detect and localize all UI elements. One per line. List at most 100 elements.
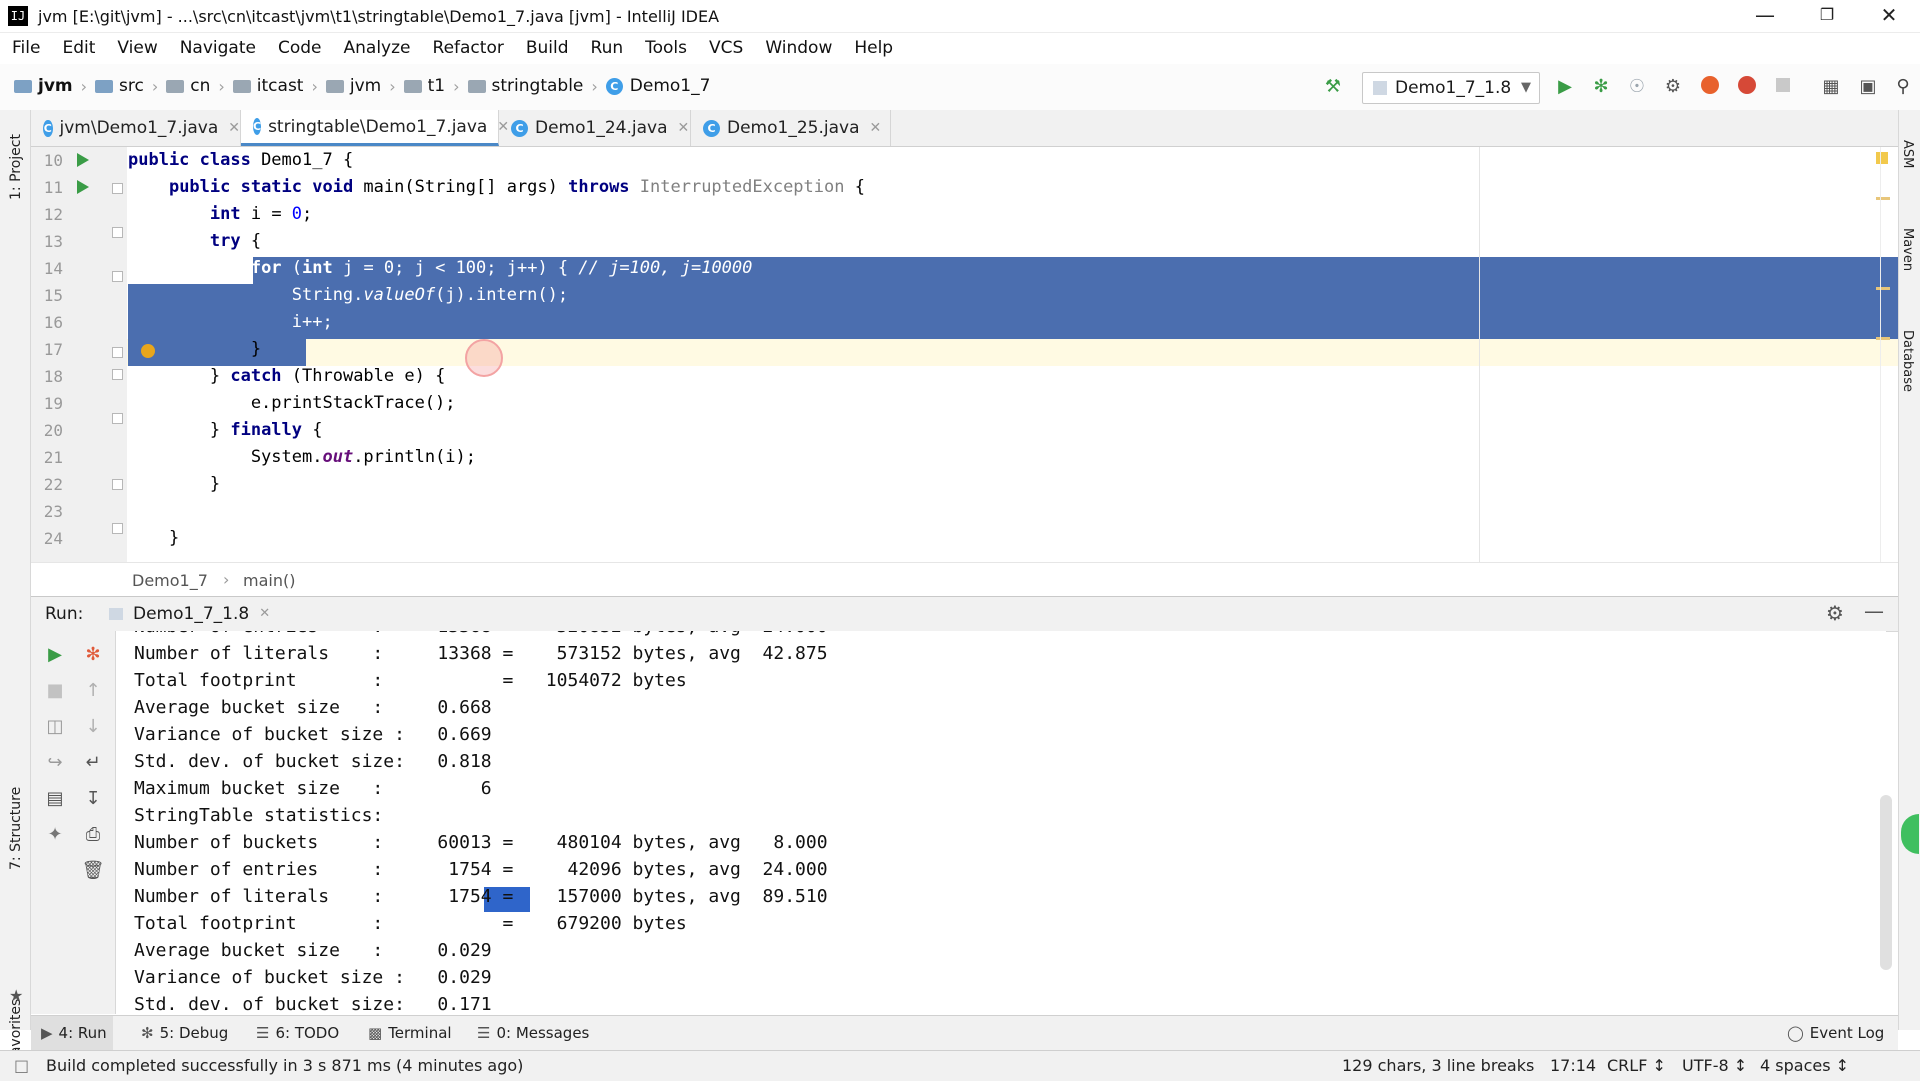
line-number[interactable]: 11	[31, 174, 63, 201]
print-icon[interactable]: ⎙	[81, 823, 105, 847]
coverage-icon[interactable]: ☉	[1626, 76, 1648, 98]
line-number[interactable]: 12	[31, 201, 63, 228]
minimize-button[interactable]: —	[1734, 0, 1796, 32]
event-log-button[interactable]: ◯ Event Log	[1787, 1016, 1884, 1050]
restore-button[interactable]: ❐	[1796, 0, 1858, 32]
debug-icon[interactable]: ✻	[1590, 76, 1612, 98]
plugin-indicator[interactable]	[1901, 814, 1919, 854]
maven-tool-button[interactable]: Maven	[1900, 228, 1915, 271]
structure-tool-button[interactable]: 7: Structure	[8, 787, 24, 870]
menu-build[interactable]: Build	[526, 38, 569, 58]
run-tool-button[interactable]: ▶ 4: Run	[31, 1016, 113, 1050]
line-number[interactable]: 14	[31, 255, 63, 282]
lightbulb-icon[interactable]	[141, 344, 155, 358]
gear-icon[interactable]: ⚙	[1826, 601, 1844, 625]
line-number[interactable]: 17	[31, 336, 63, 363]
menu-edit[interactable]: Edit	[62, 38, 95, 58]
run-main-icon[interactable]	[77, 180, 89, 194]
editor-breadcrumb-class[interactable]: Demo1_7	[132, 571, 208, 590]
messages-tool-button[interactable]: ☰ 0: Messages	[477, 1016, 589, 1050]
tab-jvm-demo1-7[interactable]: Cjvm\Demo1_7.java ✕	[31, 110, 241, 146]
fold-marker-icon[interactable]	[112, 369, 123, 380]
code-line[interactable]: 11 public static void main(String[] args…	[31, 174, 1898, 201]
run-icon[interactable]: ▶	[1554, 76, 1576, 98]
code-line[interactable]: 21 System.out.println(i);	[31, 444, 1898, 471]
pin-icon[interactable]: ✦	[43, 823, 67, 847]
fold-marker-icon[interactable]	[112, 347, 123, 358]
close-window-button[interactable]: ✕	[1858, 0, 1920, 32]
breadcrumb-demo1-7[interactable]: C Demo1_7	[605, 76, 710, 96]
line-number[interactable]: 18	[31, 363, 63, 390]
record-icon[interactable]	[1699, 76, 1721, 98]
breadcrumb-jvm-package[interactable]: jvm	[325, 76, 381, 96]
debug-tool-button[interactable]: ✻ 5: Debug	[141, 1016, 228, 1050]
profile-icon[interactable]: ⚙	[1662, 76, 1684, 98]
menu-navigate[interactable]: Navigate	[180, 38, 256, 58]
database-tool-button[interactable]: Database	[1900, 330, 1915, 392]
breadcrumb-itcast[interactable]: itcast	[232, 76, 303, 96]
minimize-panel-icon[interactable]: —	[1864, 599, 1884, 623]
run-class-icon[interactable]	[77, 153, 89, 167]
menu-tools[interactable]: Tools	[645, 38, 687, 58]
code-line[interactable]: 24 }	[31, 525, 1898, 552]
hammer-icon[interactable]: ⚒	[1322, 76, 1344, 98]
terminal-tool-button[interactable]: ▩ Terminal	[368, 1016, 452, 1050]
tab-demo1-25[interactable]: C Demo1_25.java ✕	[691, 110, 891, 146]
line-number[interactable]: 19	[31, 390, 63, 417]
fold-marker-icon[interactable]	[112, 413, 123, 424]
search-icon[interactable]: ⚲	[1892, 76, 1914, 98]
menu-file[interactable]: File	[12, 38, 40, 58]
code-line[interactable]: 17 }	[31, 336, 1898, 363]
arrow-down-icon[interactable]: ↓	[81, 715, 105, 739]
code-line[interactable]: 10 public class Demo1_7 {	[31, 147, 1898, 174]
status-bar-toggle-icon[interactable]: □	[14, 1051, 29, 1081]
project-tool-button[interactable]: 1: Project	[8, 134, 24, 200]
code-line[interactable]: 18 } catch (Throwable e) {	[31, 363, 1898, 390]
code-editor[interactable]: 10 public class Demo1_7 {11 public static…	[31, 147, 1898, 562]
breadcrumb-jvm-project[interactable]: jvm	[14, 76, 73, 96]
close-tab-icon[interactable]: ✕	[677, 120, 689, 136]
fold-marker-icon[interactable]	[112, 227, 123, 238]
debug-bug-icon[interactable]: ✻	[81, 643, 105, 667]
code-line[interactable]: 19 e.printStackTrace();	[31, 390, 1898, 417]
login-icon[interactable]: ↪	[43, 751, 67, 775]
line-number[interactable]: 16	[31, 309, 63, 336]
code-line[interactable]: 23	[31, 498, 1898, 525]
fold-marker-icon[interactable]	[112, 183, 123, 194]
asm-tool-button[interactable]: ASM	[1900, 140, 1915, 168]
indent-setting[interactable]: 4 spaces ↕	[1760, 1051, 1849, 1081]
rerun-icon[interactable]: ▶	[43, 643, 67, 667]
tab-demo1-24[interactable]: C Demo1_24.java ✕	[499, 110, 691, 146]
project-structure-icon[interactable]: ▦	[1820, 76, 1842, 98]
menu-run[interactable]: Run	[591, 38, 624, 58]
scroll-to-end-icon[interactable]: ↧	[81, 787, 105, 811]
arrow-up-icon[interactable]: ↑	[81, 679, 105, 703]
line-number[interactable]: 13	[31, 228, 63, 255]
editor-breadcrumb-method[interactable]: main()	[243, 571, 295, 590]
breadcrumb-stringtable[interactable]: stringtable	[467, 76, 583, 96]
line-number[interactable]: 20	[31, 417, 63, 444]
fold-marker-icon[interactable]	[112, 523, 123, 534]
code-line[interactable]: 15 String.valueOf(j).intern();	[31, 282, 1898, 309]
close-tab-icon[interactable]: ✕	[228, 120, 240, 136]
line-number[interactable]: 15	[31, 282, 63, 309]
stop-icon[interactable]: ■	[43, 679, 67, 703]
menu-view[interactable]: View	[117, 38, 157, 58]
trash-icon[interactable]: 🗑	[81, 859, 105, 883]
fold-marker-icon[interactable]	[112, 271, 123, 282]
menu-analyze[interactable]: Analyze	[344, 38, 411, 58]
fold-marker-icon[interactable]	[112, 479, 123, 490]
stop-red-icon[interactable]	[1736, 76, 1758, 98]
menu-refactor[interactable]: Refactor	[433, 38, 504, 58]
code-line[interactable]: 12 int i = 0;	[31, 201, 1898, 228]
breadcrumb-t1[interactable]: t1	[403, 76, 445, 96]
tab-stringtable-demo1-7[interactable]: Cstringtable\Demo1_7.java ✕	[241, 110, 509, 146]
console-scrollbar[interactable]	[1880, 795, 1892, 970]
line-number[interactable]: 24	[31, 525, 63, 552]
soft-wrap-icon[interactable]: ↵	[81, 751, 105, 775]
code-line[interactable]: 22 }	[31, 471, 1898, 498]
camera-icon[interactable]: ◫	[43, 715, 67, 739]
code-line[interactable]: 16 i++;	[31, 309, 1898, 336]
code-line[interactable]: 13 try {	[31, 228, 1898, 255]
menu-help[interactable]: Help	[854, 38, 893, 58]
